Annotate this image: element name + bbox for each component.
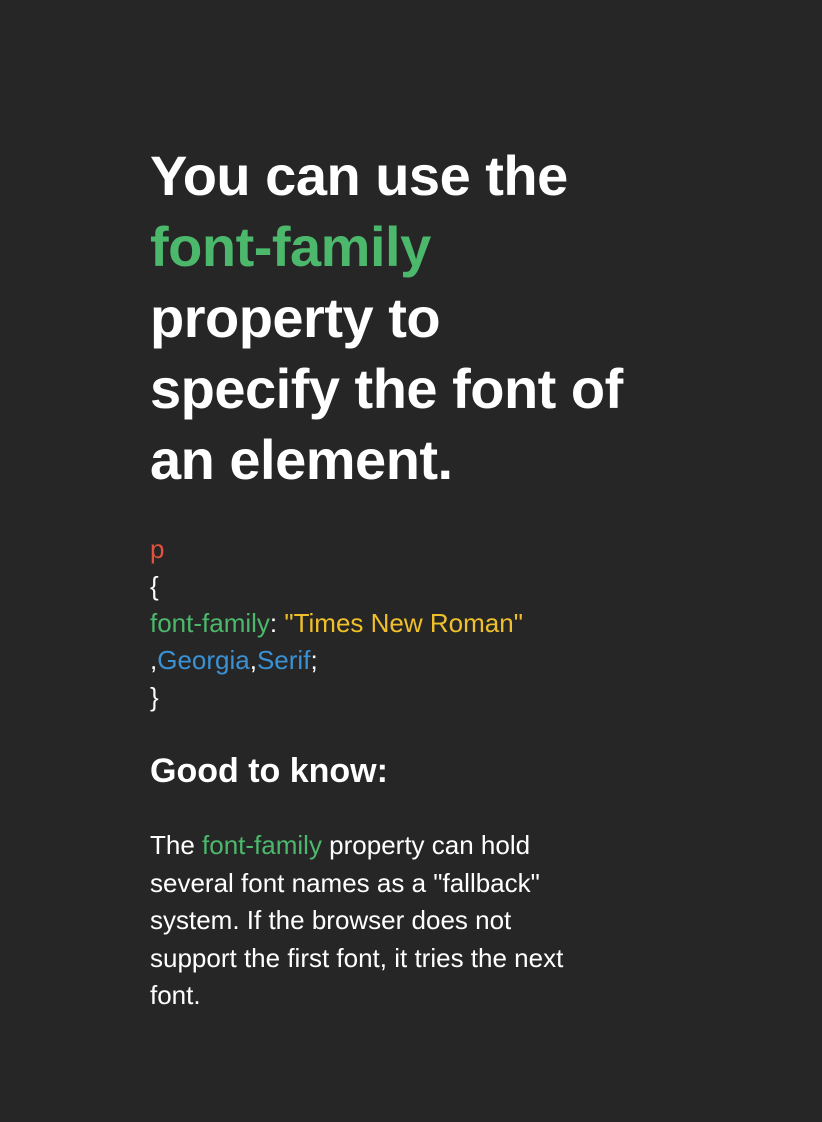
- headline-line-5: an element.: [150, 428, 453, 491]
- code-open-brace: {: [150, 571, 159, 601]
- headline-line-3: property to: [150, 286, 441, 349]
- good-to-know-paragraph: The font-family property can hold severa…: [150, 827, 710, 1015]
- code-declaration-line-2: ,Georgia,Serif;: [150, 642, 710, 679]
- para-line-5: font.: [150, 980, 201, 1010]
- code-value-font-1: Georgia: [157, 645, 250, 675]
- para-line-3: system. If the browser does not: [150, 905, 512, 935]
- slide-content: You can use the font-family property to …: [150, 140, 710, 1015]
- code-value-font-2: Serif: [256, 645, 311, 675]
- para-line-1-suffix: property can hold: [321, 830, 531, 860]
- code-example: p { font-family: "Times New Roman" ,Geor…: [150, 531, 710, 716]
- headline-line-4: specify the font of: [150, 357, 623, 420]
- code-comma-2: ,: [249, 645, 257, 675]
- para-line-2: several font names as a "fallback": [150, 867, 540, 898]
- para-line-4: support the first font, it tries the nex…: [150, 942, 564, 973]
- headline-highlight: font-family: [150, 215, 431, 278]
- headline-line-1: You can use the: [150, 144, 568, 207]
- code-selector: p: [150, 534, 165, 564]
- code-property: font-family: [150, 608, 270, 638]
- code-declaration-line-1: font-family: "Times New Roman": [150, 605, 710, 642]
- code-close-brace: }: [150, 682, 159, 712]
- code-value-string: "Times New Roman": [277, 608, 523, 638]
- code-semicolon: ;: [310, 645, 318, 675]
- para-prefix: The: [150, 830, 203, 860]
- para-line-1: The font-family property can hold: [150, 827, 710, 865]
- good-to-know-heading: Good to know:: [150, 752, 388, 790]
- para-highlight: font-family: [202, 830, 322, 860]
- headline: You can use the font-family property to …: [150, 140, 710, 495]
